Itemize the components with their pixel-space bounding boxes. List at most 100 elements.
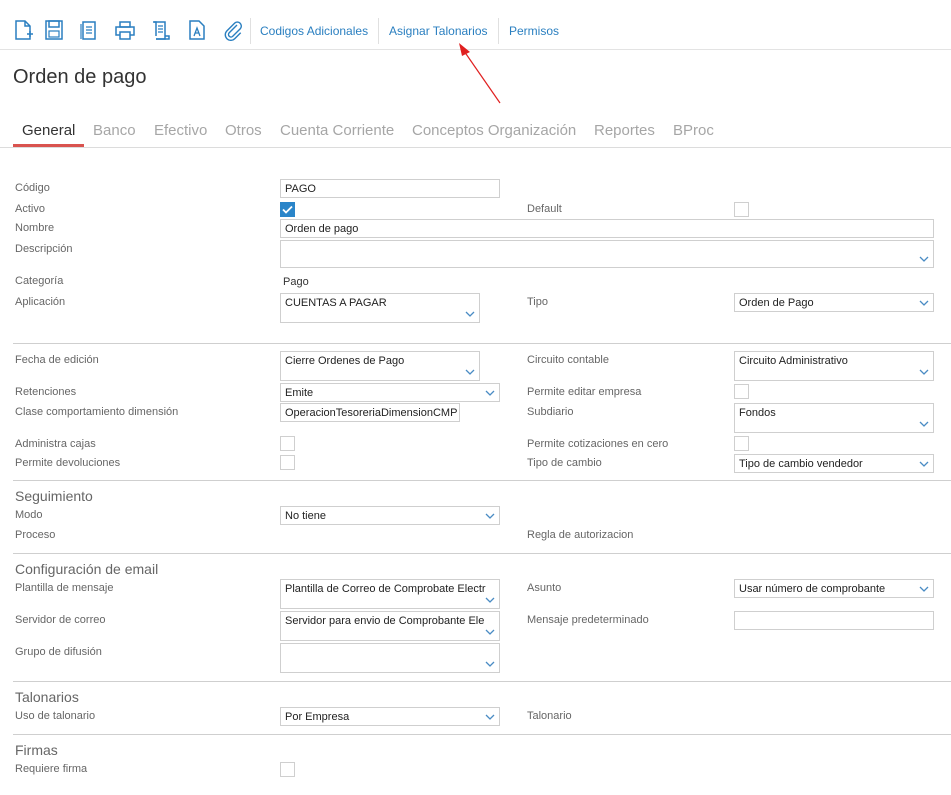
tab-reportes[interactable]: Reportes (594, 122, 655, 139)
toolbar: Codigos Adicionales Asignar Talonarios P… (0, 0, 951, 50)
asunto-select[interactable]: Usar número de comprobante (734, 579, 934, 598)
chevron-down-icon (484, 659, 496, 669)
default-checkbox[interactable] (734, 202, 749, 217)
subdiario-value: Fondos (739, 407, 776, 419)
grupo-difusion-select[interactable] (280, 643, 500, 673)
uso-talonario-select[interactable]: Por Empresa (280, 707, 500, 726)
nombre-label: Nombre (15, 222, 55, 234)
page-title: Orden de pago (13, 66, 147, 88)
modo-label: Modo (15, 509, 43, 521)
codigos-adicionales-link[interactable]: Codigos Adicionales (260, 24, 368, 38)
permisos-link[interactable]: Permisos (509, 24, 559, 38)
tipo-select[interactable]: Orden de Pago (734, 293, 934, 312)
save-icon[interactable] (43, 19, 65, 41)
codigo-input[interactable]: PAGO (280, 179, 500, 198)
chevron-down-icon (484, 712, 496, 722)
requiere-firma-label: Requiere firma (15, 763, 88, 775)
chevron-down-icon (484, 595, 496, 605)
permite-devoluciones-label: Permite devoluciones (15, 457, 121, 469)
fecha-edicion-select[interactable]: Cierre Ordenes de Pago (280, 351, 480, 381)
chevron-down-icon (918, 367, 930, 377)
aplicacion-label: Aplicación (15, 296, 66, 308)
new-document-icon[interactable] (12, 19, 34, 41)
chevron-down-icon (918, 254, 930, 264)
divider (13, 343, 951, 344)
chevron-down-icon (484, 627, 496, 637)
asignar-talonarios-link[interactable]: Asignar Talonarios (389, 24, 488, 38)
fecha-edicion-value: Cierre Ordenes de Pago (285, 355, 405, 367)
fecha-edicion-label: Fecha de edición (15, 354, 99, 366)
circuito-contable-label: Circuito contable (527, 354, 609, 366)
tipo-cambio-select[interactable]: Tipo de cambio vendedor (734, 454, 934, 473)
permite-cotizaciones-label: Permite cotizaciones en cero (527, 438, 669, 450)
tab-efectivo[interactable]: Efectivo (154, 122, 207, 139)
script-icon[interactable] (150, 19, 172, 41)
circuito-contable-value: Circuito Administrativo (739, 355, 848, 367)
text-document-icon[interactable] (186, 19, 208, 41)
mensaje-input[interactable] (734, 611, 934, 630)
uso-talonario-value: Por Empresa (285, 711, 350, 723)
proceso-label: Proceso (15, 529, 56, 541)
chevron-down-icon (918, 298, 930, 308)
permite-cotizaciones-checkbox[interactable] (734, 436, 749, 451)
divider (13, 681, 951, 682)
chevron-down-icon (918, 459, 930, 469)
attachment-icon[interactable] (221, 19, 243, 41)
tipo-label: Tipo (527, 296, 548, 308)
requiere-firma-checkbox[interactable] (280, 762, 295, 777)
talonarios-section-title: Talonarios (15, 689, 79, 705)
email-section-title: Configuración de email (15, 561, 159, 577)
print-icon[interactable] (114, 19, 136, 41)
tab-cuenta-corriente[interactable]: Cuenta Corriente (280, 122, 394, 139)
toolbar-separator (250, 18, 251, 44)
active-tab-indicator (13, 144, 84, 147)
divider (13, 734, 951, 735)
plantilla-value: Plantilla de Correo de Comprobate Electr (285, 583, 486, 595)
permite-editar-empresa-checkbox[interactable] (734, 384, 749, 399)
divider (13, 480, 951, 481)
activo-checkbox[interactable] (280, 202, 295, 217)
chevron-down-icon (918, 584, 930, 594)
chevron-down-icon (464, 367, 476, 377)
clase-comportamiento-label: Clase comportamiento dimensión (15, 406, 179, 418)
modo-select[interactable]: No tiene (280, 506, 500, 525)
tab-bar: General Banco Efectivo Otros Cuenta Corr… (0, 118, 951, 148)
servidor-select[interactable]: Servidor para envio de Comprobante Ele (280, 611, 500, 641)
regla-autorizacion-label: Regla de autorizacion (527, 529, 634, 541)
nombre-input[interactable]: Orden de pago (280, 219, 934, 238)
permite-devoluciones-checkbox[interactable] (280, 455, 295, 470)
grupo-difusion-label: Grupo de difusión (15, 646, 102, 658)
permite-editar-empresa-label: Permite editar empresa (527, 386, 642, 398)
tab-general[interactable]: General (22, 122, 75, 139)
categoria-label: Categoría (15, 275, 64, 287)
tab-banco[interactable]: Banco (93, 122, 136, 139)
talonario-label: Talonario (527, 710, 572, 722)
activo-label: Activo (15, 203, 45, 215)
plantilla-label: Plantilla de mensaje (15, 582, 114, 594)
copy-icon[interactable] (78, 19, 100, 41)
toolbar-separator (378, 18, 379, 44)
plantilla-select[interactable]: Plantilla de Correo de Comprobate Electr (280, 579, 500, 609)
tab-otros[interactable]: Otros (225, 122, 262, 139)
mensaje-label: Mensaje predeterminado (527, 614, 649, 626)
tab-bproc[interactable]: BProc (673, 122, 714, 139)
retenciones-select[interactable]: Emite (280, 383, 500, 402)
chevron-down-icon (918, 419, 930, 429)
subdiario-select[interactable]: Fondos (734, 403, 934, 433)
clase-comportamiento-input[interactable]: OperacionTesoreriaDimensionCMP (280, 403, 460, 422)
asunto-value: Usar número de comprobante (739, 583, 886, 595)
subdiario-label: Subdiario (527, 406, 574, 418)
circuito-contable-select[interactable]: Circuito Administrativo (734, 351, 934, 381)
administra-cajas-checkbox[interactable] (280, 436, 295, 451)
modo-value: No tiene (285, 510, 326, 522)
chevron-down-icon (464, 309, 476, 319)
aplicacion-select[interactable]: CUENTAS A PAGAR (280, 293, 480, 323)
administra-cajas-label: Administra cajas (15, 438, 96, 450)
asunto-label: Asunto (527, 582, 562, 594)
tab-conceptos-organizacion[interactable]: Conceptos Organización (412, 122, 576, 139)
servidor-value: Servidor para envio de Comprobante Ele (285, 615, 485, 627)
annotation-arrow-icon (459, 43, 501, 104)
servidor-label: Servidor de correo (15, 614, 106, 626)
tipo-cambio-label: Tipo de cambio (527, 457, 602, 469)
descripcion-field[interactable] (280, 240, 934, 268)
